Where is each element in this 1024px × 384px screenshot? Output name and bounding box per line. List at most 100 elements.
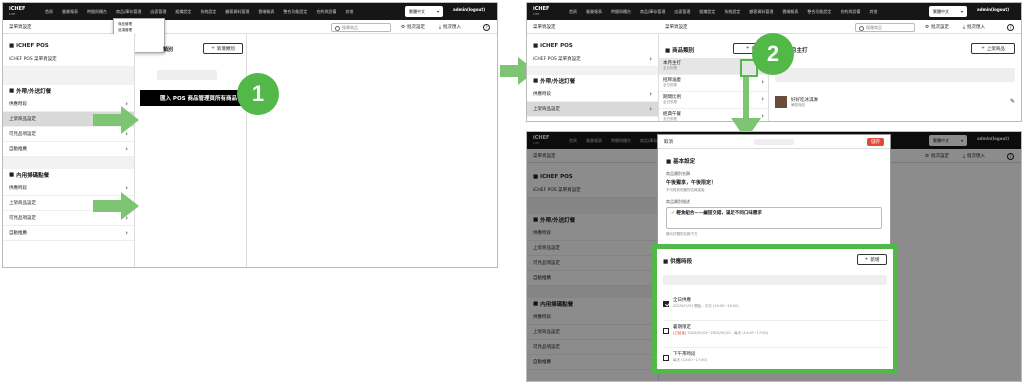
nav-item[interactable]: 店面管理 bbox=[674, 9, 690, 15]
section-title-takeout: ■ 外帶/外送訂餐 bbox=[533, 78, 576, 85]
placeholder-bar bbox=[775, 68, 1015, 82]
category-description-field[interactable]: ✔ 輕食組合——鹹甜交錯，滿足不同口味需求 bbox=[666, 207, 882, 229]
modal-title-placeholder bbox=[754, 139, 794, 145]
nav-item[interactable]: 組織設定 bbox=[699, 9, 715, 15]
save-button[interactable]: 儲存 bbox=[867, 138, 884, 146]
category-item[interactable]: 期間比例 全日供應 › bbox=[659, 92, 768, 109]
batch-import-button[interactable]: ⤓ 批次匯入 bbox=[963, 24, 985, 30]
period-highlight-box: ■ 供應時段 + 新增 全日供應 2025/07/01 開始 - 平日 (10:0… bbox=[652, 244, 898, 374]
placeholder-bar bbox=[157, 70, 217, 80]
nav-item[interactable]: 時間與櫃台 bbox=[87, 9, 107, 15]
nav-item[interactable]: 商品/庫存管理 bbox=[116, 9, 141, 15]
sidebar-item-takeout-period[interactable]: 供應時段 › bbox=[527, 87, 658, 102]
nav-item[interactable]: 雲端報表 bbox=[258, 9, 274, 15]
help-button[interactable]: ? bbox=[483, 24, 490, 31]
edit-icon[interactable]: ✎ bbox=[1010, 98, 1015, 105]
period-row[interactable]: 暑期限定 [已結束] 2025/01/02~2025/01/10 - 每天 (1… bbox=[663, 324, 887, 348]
language-select[interactable]: 繁體中文 ▾ bbox=[405, 6, 443, 17]
nav-item[interactable]: 其他 bbox=[869, 9, 877, 15]
settings-sidebar: ■ iCHEF POS iCHEF POS 菜單頁設定 ■ 外帶/外送訂餐 供應… bbox=[3, 34, 135, 267]
step-1-badge: 1 bbox=[237, 73, 279, 115]
search-input[interactable]: 搜尋商品 bbox=[855, 23, 915, 32]
pointer-arrow-icon bbox=[93, 192, 139, 220]
checkbox-unchecked[interactable] bbox=[663, 328, 669, 334]
basic-settings-title: ■ 基本設定 bbox=[666, 159, 696, 165]
product-column: 月主打 + 上架商品 好好吃冰淇淋 單點商品 ✎ bbox=[769, 34, 1021, 121]
nav-item[interactable]: 時間與櫃台 bbox=[611, 9, 631, 15]
screenshot-right-top: iCHEF LITE 首頁 營業報表 時間與櫃台 商品/庫存管理 店面管理 組織設… bbox=[526, 2, 1022, 122]
flow-arrow-down-icon bbox=[743, 77, 749, 121]
nav-item[interactable]: 系統設定 bbox=[724, 9, 740, 15]
chevron-right-icon: › bbox=[649, 90, 652, 98]
nav-item[interactable]: 營業報表 bbox=[62, 9, 78, 15]
nav-item[interactable]: 雲端報表 bbox=[782, 9, 798, 15]
nav-item[interactable]: 顧客資料管理 bbox=[225, 9, 249, 15]
category-name-field[interactable]: 午後獨享，午後限定！ bbox=[666, 177, 882, 188]
chevron-right-icon: › bbox=[761, 112, 764, 120]
admin-logout[interactable]: admin(logout) bbox=[453, 7, 485, 12]
nav-item[interactable]: 組織設定 bbox=[175, 9, 191, 15]
batch-settings-button[interactable]: ⚙ 批次設定 bbox=[401, 24, 425, 31]
pointer-arrow-icon bbox=[93, 106, 139, 134]
batch-settings-button[interactable]: ⚙ 批次設定 bbox=[925, 24, 949, 31]
divider bbox=[3, 157, 134, 169]
nav-item[interactable]: 其他 bbox=[345, 9, 353, 15]
nav-item[interactable]: 首頁 bbox=[45, 9, 53, 15]
nav-item[interactable]: 顧客資料管理 bbox=[749, 9, 773, 15]
status-badge: [已結束] bbox=[673, 331, 687, 335]
nav-item[interactable]: 系統設定 bbox=[200, 9, 216, 15]
top-nav-bar: iCHEF LITE 首頁 營業報表 時間與櫃台 商品/庫存管理 店面管理 組織設… bbox=[3, 3, 497, 20]
sidebar-item-pos-menu[interactable]: iCHEF POS 菜單頁設定 bbox=[3, 52, 134, 67]
chevron-right-icon: › bbox=[125, 229, 128, 237]
plus-icon: + bbox=[745, 46, 750, 51]
sidebar-item-takeout-recommend[interactable]: 自動推薦 › bbox=[3, 142, 134, 157]
divider bbox=[527, 67, 658, 75]
nav-item[interactable]: 店面管理 bbox=[150, 9, 166, 15]
nav-item[interactable]: 合約與設備 bbox=[840, 9, 860, 15]
nav-item[interactable]: 商品/庫存管理 bbox=[640, 9, 665, 15]
checkbox-unchecked[interactable] bbox=[663, 355, 669, 361]
add-category-button[interactable]: + 新增類別 bbox=[203, 43, 243, 54]
period-detail: 每天 (14:00~17:00) bbox=[673, 358, 707, 362]
sidebar-item-pos-menu[interactable]: iCHEF POS 菜單頁設定 › bbox=[527, 52, 658, 67]
import-all-products-button[interactable]: 匯入 POS 商品管理頁所有商品 bbox=[140, 90, 250, 106]
nav-item[interactable]: 整合功能設定 bbox=[283, 9, 307, 15]
page-title-secondary: 菜單頁設定 bbox=[665, 24, 688, 30]
search-input[interactable]: 搜尋商品 bbox=[331, 23, 391, 32]
nav-item[interactable]: 整合功能設定 bbox=[807, 9, 831, 15]
admin-logout[interactable]: admin(logout) bbox=[977, 7, 1009, 12]
download-icon: ⤓ bbox=[963, 25, 965, 30]
checkbox-checked[interactable] bbox=[663, 301, 669, 307]
period-row[interactable]: 全日供應 2025/07/01 開始 - 平日 (10:00~14:00) bbox=[663, 297, 887, 321]
help-button[interactable]: ? bbox=[1007, 24, 1014, 31]
period-name: 暑期限定 bbox=[673, 325, 691, 330]
sidebar-item-dinein-period[interactable]: 供應時段 › bbox=[3, 181, 134, 196]
add-product-button[interactable]: + 上架商品 bbox=[971, 43, 1015, 54]
nav-item[interactable]: 合約與設備 bbox=[316, 9, 336, 15]
main-nav: 首頁 營業報表 時間與櫃台 商品/庫存管理 店面管理 組織設定 系統設定 顧客資… bbox=[569, 9, 877, 15]
plus-icon: + bbox=[211, 46, 215, 51]
section-title-pos: ■ iCHEF POS bbox=[9, 43, 49, 49]
product-row[interactable]: 好好吃冰淇淋 單點商品 ✎ bbox=[775, 96, 1015, 112]
cancel-button[interactable]: 取消 bbox=[664, 139, 673, 145]
nav-item[interactable]: 首頁 bbox=[569, 9, 577, 15]
sidebar-item-takeout-period[interactable]: 供應時段 › bbox=[3, 97, 134, 112]
category-item[interactable]: 招牌滷麼 全日供應 › bbox=[659, 75, 768, 92]
name-hint: 不可與其他類別名稱重複 bbox=[666, 188, 705, 192]
sidebar-item-dinein-recommend[interactable]: 自動推薦 › bbox=[3, 226, 134, 241]
sidebar-item-takeout-listing[interactable]: 上架商品設定› bbox=[527, 102, 658, 117]
plus-icon: + bbox=[981, 46, 985, 51]
chevron-right-icon: › bbox=[761, 95, 764, 103]
desc-label: 商品類別描述 bbox=[666, 199, 690, 204]
sidebar-item-takeout-visible[interactable]: 可見品項設定 › bbox=[3, 127, 134, 142]
language-select[interactable]: 繁體中文 ▾ bbox=[929, 6, 967, 17]
batch-import-button[interactable]: ⤓ 批次匯入 bbox=[439, 24, 461, 30]
nav-item[interactable]: 營業報表 bbox=[586, 9, 602, 15]
add-period-button[interactable]: + 新增 bbox=[857, 254, 887, 265]
section-title-pos: ■ iCHEF POS bbox=[533, 43, 573, 49]
chevron-right-icon: › bbox=[761, 78, 764, 86]
period-name: 下午茶時段 bbox=[673, 352, 696, 357]
period-row[interactable]: 下午茶時段 每天 (14:00~17:00) bbox=[663, 351, 887, 373]
sidebar-item-dinein-visible[interactable]: 可見品項設定› bbox=[3, 211, 134, 226]
brand-logo: iCHEF LITE bbox=[9, 5, 26, 16]
